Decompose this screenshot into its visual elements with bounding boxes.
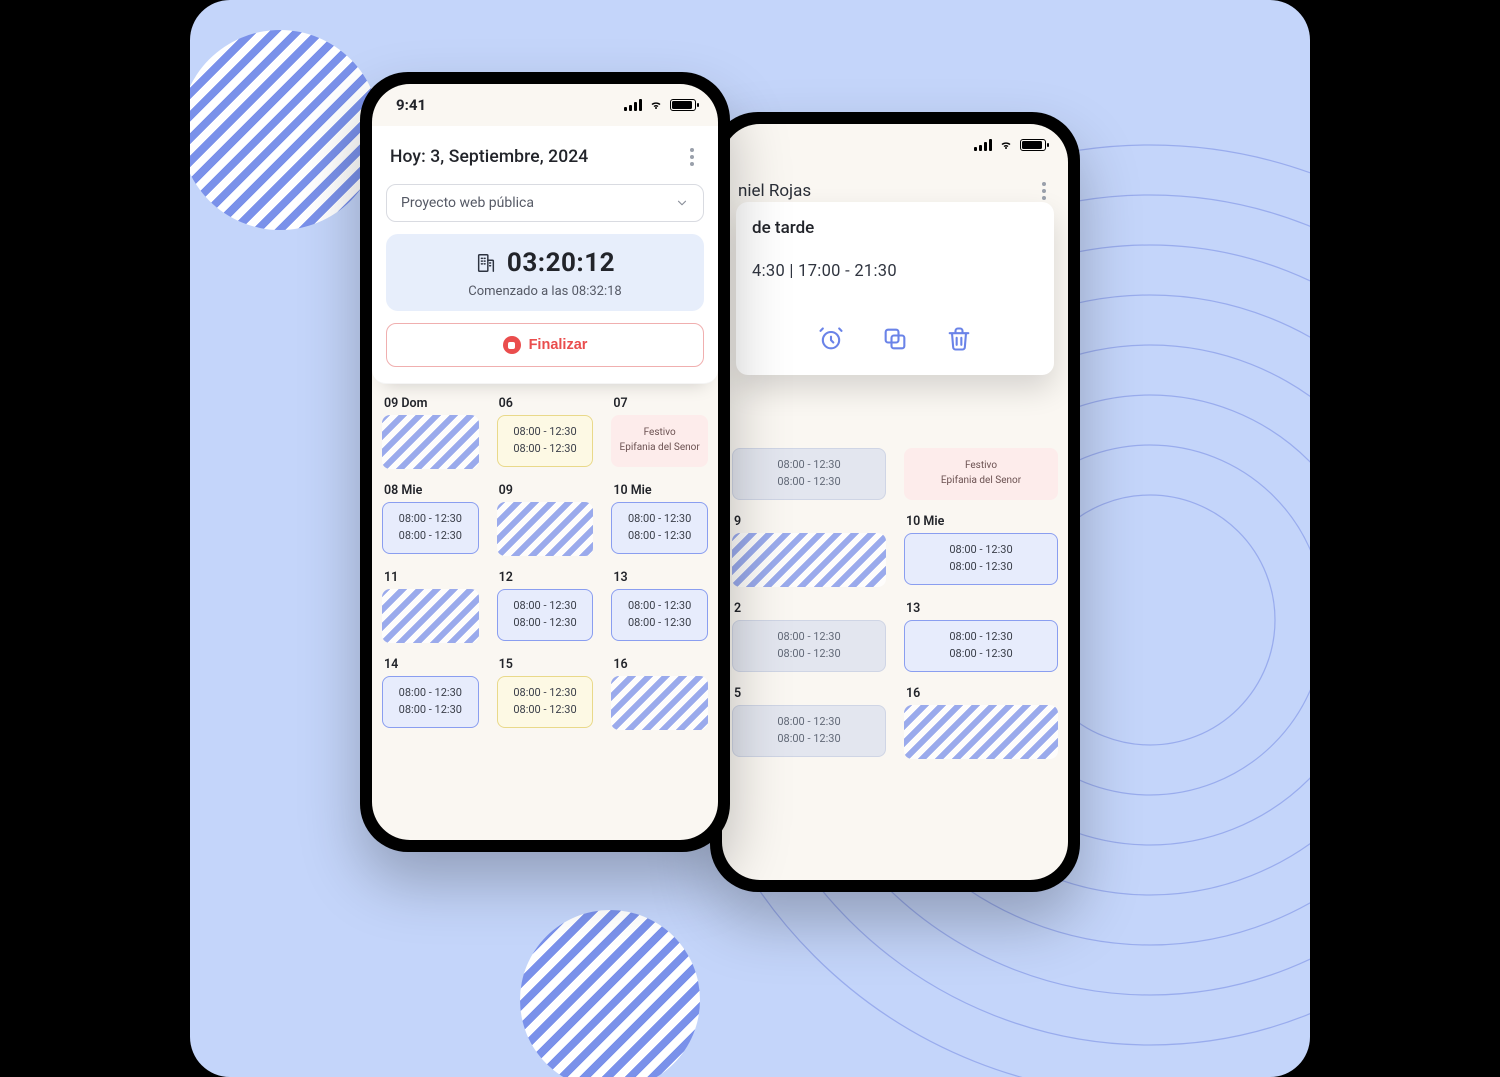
calendar-day[interactable]: 5 08:00 - 12:3008:00 - 12:30 <box>732 686 886 759</box>
calendar-day[interactable]: 13 08:00 - 12:3008:00 - 12:30 <box>611 570 708 643</box>
shift-entry[interactable]: 08:00 - 12:3008:00 - 12:30 <box>497 415 594 467</box>
page-title: Hoy: 3, Septiembre, 2024 <box>390 147 588 167</box>
calendar-day[interactable]: 09 <box>497 483 594 556</box>
building-icon <box>475 252 497 274</box>
calendar-day[interactable]: 08:00 - 12:3008:00 - 12:30 <box>732 444 886 500</box>
timer-card: 03:20:12 Comenzado a las 08:32:18 <box>386 234 704 311</box>
signal-icon <box>624 99 642 111</box>
calendar-day[interactable]: 16 <box>611 657 708 730</box>
day-label: 07 <box>611 396 708 411</box>
finalize-label: Finalizar <box>529 337 588 353</box>
shift-entry[interactable]: 08:00 - 12:3008:00 - 12:30 <box>732 448 886 500</box>
shift-entry[interactable]: 08:00 - 12:3008:00 - 12:30 <box>382 502 479 554</box>
battery-icon <box>1020 139 1046 151</box>
shift-entry[interactable]: 08:00 - 12:3008:00 - 12:30 <box>611 502 708 554</box>
more-menu-button[interactable] <box>684 142 700 172</box>
timer-subtext: Comenzado a las 08:32:18 <box>398 284 692 299</box>
calendar-day[interactable]: 12 08:00 - 12:3008:00 - 12:30 <box>497 570 594 643</box>
empty-entry[interactable] <box>382 589 479 643</box>
calendar-day[interactable]: 10 Mie 08:00 - 12:3008:00 - 12:30 <box>611 483 708 556</box>
calendar-day[interactable]: 10 Mie 08:00 - 12:3008:00 - 12:30 <box>904 514 1058 587</box>
day-label: 9 <box>732 514 886 529</box>
day-label: 13 <box>611 570 708 585</box>
shift-entry[interactable]: 08:00 - 12:3008:00 - 12:30 <box>497 676 594 728</box>
calendar-day[interactable]: 11 <box>382 570 479 643</box>
empty-entry[interactable] <box>497 502 594 556</box>
day-label: 14 <box>382 657 479 672</box>
day-label: 09 <box>497 483 594 498</box>
shift-entry[interactable]: 08:00 - 12:3008:00 - 12:30 <box>611 589 708 641</box>
shift-detail-sheet: de tarde 4:30 | 17:00 - 21:30 <box>736 202 1054 375</box>
signal-icon <box>974 139 992 151</box>
day-label: 10 Mie <box>611 483 708 498</box>
calendar-day[interactable]: 08 Mie 08:00 - 12:3008:00 - 12:30 <box>382 483 479 556</box>
sheet-times: 4:30 | 17:00 - 21:30 <box>752 262 1038 281</box>
calendar-day[interactable]: FestivoEpifania del Senor <box>904 444 1058 500</box>
day-label: 5 <box>732 686 886 701</box>
calendar-day[interactable]: 09 Dom <box>382 396 479 469</box>
day-label: 13 <box>904 601 1058 616</box>
status-bar: 9:41 <box>372 84 718 126</box>
sheet-title: de tarde <box>752 218 1038 238</box>
shift-entry[interactable]: 08:00 - 12:3008:00 - 12:30 <box>904 533 1058 585</box>
phone-mockup-primary: 9:41 Hoy: 3, Septiembre, 2024 Proyecto w… <box>360 72 730 852</box>
day-label: 12 <box>497 570 594 585</box>
empty-entry[interactable] <box>382 415 479 469</box>
calendar-day[interactable]: 16 <box>904 686 1058 759</box>
day-label: 09 Dom <box>382 396 479 411</box>
finalize-button[interactable]: Finalizar <box>386 323 704 367</box>
timer-value: 03:20:12 <box>507 248 615 278</box>
project-select-value: Proyecto web pública <box>401 195 534 211</box>
shift-entry[interactable]: 08:00 - 12:3008:00 - 12:30 <box>732 705 886 757</box>
shift-entry[interactable]: 08:00 - 12:3008:00 - 12:30 <box>497 589 594 641</box>
header-panel: Hoy: 3, Septiembre, 2024 Proyecto web pú… <box>372 126 718 384</box>
calendar-day[interactable]: 13 08:00 - 12:3008:00 - 12:30 <box>904 601 1058 672</box>
stop-icon <box>503 336 521 354</box>
day-label: 08 Mie <box>382 483 479 498</box>
status-time: 9:41 <box>396 96 426 114</box>
user-name-fragment: niel Rojas <box>738 181 811 201</box>
alarm-icon[interactable] <box>817 325 845 357</box>
day-label: 15 <box>497 657 594 672</box>
shift-entry[interactable]: 08:00 - 12:3008:00 - 12:30 <box>904 620 1058 672</box>
holiday-entry[interactable]: FestivoEpifania del Senor <box>904 448 1058 500</box>
calendar-day[interactable]: 15 08:00 - 12:3008:00 - 12:30 <box>497 657 594 730</box>
phone-mockup-secondary: niel Rojas de tarde 4:30 | 17:00 - 21:30 <box>710 112 1080 892</box>
delete-icon[interactable] <box>945 325 973 357</box>
calendar-day[interactable]: 06 08:00 - 12:3008:00 - 12:30 <box>497 396 594 469</box>
project-select[interactable]: Proyecto web pública <box>386 184 704 222</box>
day-label: 06 <box>497 396 594 411</box>
empty-entry[interactable] <box>904 705 1058 759</box>
empty-entry[interactable] <box>732 533 886 587</box>
day-label: 2 <box>732 601 886 616</box>
day-label: 16 <box>611 657 708 672</box>
wifi-icon <box>648 99 664 111</box>
holiday-entry[interactable]: FestivoEpifania del Senor <box>611 415 708 467</box>
wifi-icon <box>998 139 1014 151</box>
shift-entry[interactable]: 08:00 - 12:3008:00 - 12:30 <box>732 620 886 672</box>
day-label: 16 <box>904 686 1058 701</box>
marketing-stage: niel Rojas de tarde 4:30 | 17:00 - 21:30 <box>190 0 1310 1077</box>
status-bar <box>722 124 1068 166</box>
calendar-day[interactable]: 9 <box>732 514 886 587</box>
chevron-down-icon <box>675 196 689 210</box>
calendar-day[interactable]: 2 08:00 - 12:3008:00 - 12:30 <box>732 601 886 672</box>
decorative-stripes-circle <box>190 30 380 230</box>
battery-icon <box>670 99 696 111</box>
empty-entry[interactable] <box>611 676 708 730</box>
copy-icon[interactable] <box>881 325 909 357</box>
calendar-day[interactable]: 07 FestivoEpifania del Senor <box>611 396 708 469</box>
day-label: 10 Mie <box>904 514 1058 529</box>
day-label: 11 <box>382 570 479 585</box>
shift-entry[interactable]: 08:00 - 12:3008:00 - 12:30 <box>382 676 479 728</box>
calendar-day[interactable]: 14 08:00 - 12:3008:00 - 12:30 <box>382 657 479 730</box>
